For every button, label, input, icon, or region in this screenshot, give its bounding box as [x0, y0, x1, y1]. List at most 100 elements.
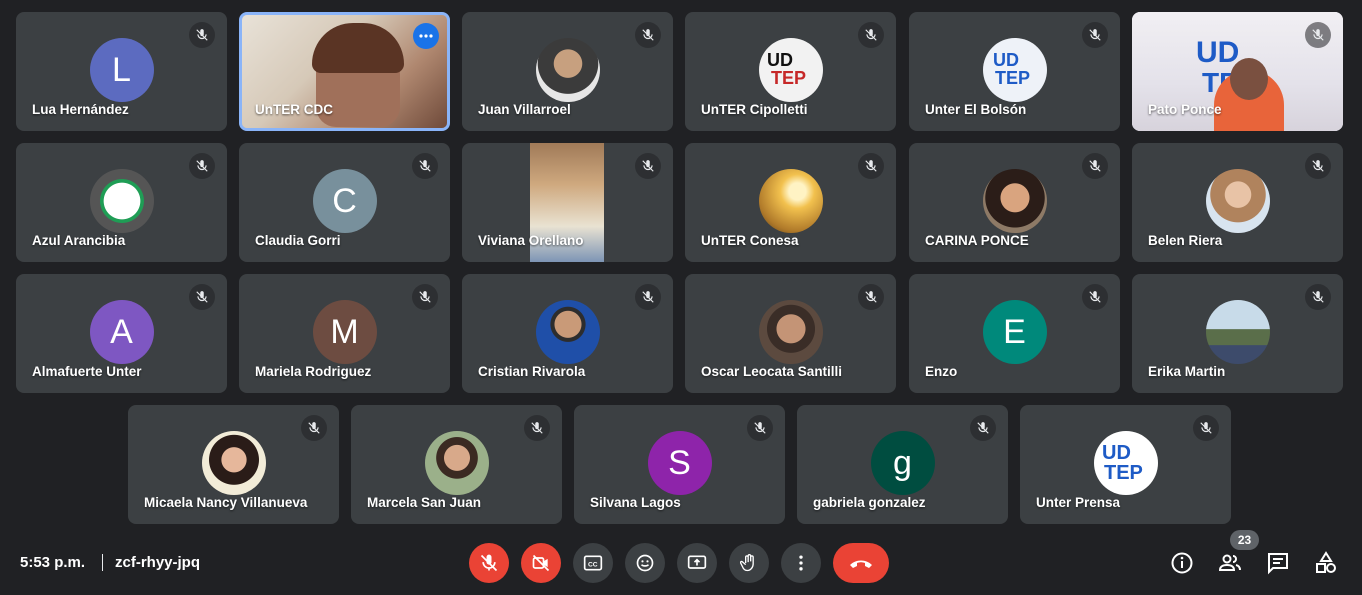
- avatar: [1205, 300, 1270, 364]
- participant-tile[interactable]: L Lua Hernández: [16, 12, 227, 131]
- mic-muted-icon: [412, 284, 438, 310]
- participant-tile[interactable]: Micaela Nancy Villanueva: [128, 405, 339, 524]
- participant-tile[interactable]: UD TEP Unter Prensa: [1020, 405, 1231, 524]
- captions-button[interactable]: CC: [573, 543, 613, 583]
- participant-tile-active-speaker[interactable]: UnTER CDC: [239, 12, 450, 131]
- mic-muted-icon: [635, 153, 661, 179]
- participant-count-badge: 23: [1230, 530, 1259, 550]
- present-screen-button[interactable]: [677, 543, 717, 583]
- avatar: [201, 431, 266, 495]
- participant-name: Mariela Rodriguez: [255, 364, 372, 379]
- participant-tile[interactable]: C Claudia Gorri: [239, 143, 450, 262]
- svg-text:UD: UD: [1196, 36, 1239, 69]
- participant-name: UnTER Cipolletti: [701, 102, 808, 117]
- participant-tile[interactable]: CARINA PONCE: [909, 143, 1120, 262]
- participant-name: Viviana Orellano: [478, 233, 584, 248]
- avatar: [535, 300, 600, 364]
- divider: [102, 554, 103, 571]
- avatar: g: [870, 431, 935, 495]
- meeting-clock: 5:53 p.m.: [20, 554, 86, 571]
- participant-name: Pato Ponce: [1148, 102, 1222, 117]
- avatar: [758, 300, 823, 364]
- mic-muted-icon: [970, 415, 996, 441]
- raise-hand-button[interactable]: [729, 543, 769, 583]
- avatar: C: [312, 169, 377, 233]
- video-person-head: [1230, 58, 1268, 100]
- participant-name: Lua Hernández: [32, 102, 129, 117]
- participant-tile[interactable]: Viviana Orellano: [462, 143, 673, 262]
- chat-button[interactable]: [1265, 550, 1291, 576]
- participant-tile[interactable]: g gabriela gonzalez: [797, 405, 1008, 524]
- avatar: L: [89, 38, 154, 102]
- meeting-toolbar: 5:53 p.m. zcf-rhyy-jpq CC: [0, 530, 1362, 595]
- people-button[interactable]: [1217, 550, 1243, 576]
- svg-text:UD: UD: [767, 50, 793, 70]
- svg-text:CC: CC: [588, 561, 598, 568]
- camera-toggle-button[interactable]: [521, 543, 561, 583]
- mic-muted-icon: [1082, 22, 1108, 48]
- participant-name: Marcela San Juan: [367, 495, 482, 510]
- mic-muted-icon: [1193, 415, 1219, 441]
- avatar: UD TEP: [1093, 431, 1158, 495]
- captions-icon: CC: [583, 555, 603, 571]
- participant-tile[interactable]: UD TEP Unter El Bolsón: [909, 12, 1120, 131]
- participant-name: Silvana Lagos: [590, 495, 681, 510]
- participant-name: Belen Riera: [1148, 233, 1223, 248]
- participant-tile[interactable]: Erika Martin: [1132, 274, 1343, 393]
- people-icon: [1218, 554, 1241, 571]
- avatar: E: [982, 300, 1047, 364]
- mic-muted-icon: [189, 284, 215, 310]
- participant-name: Oscar Leocata Santilli: [701, 364, 843, 379]
- svg-text:TEP: TEP: [771, 68, 806, 88]
- mic-muted-icon: [858, 22, 884, 48]
- participant-tile[interactable]: Belen Riera: [1132, 143, 1343, 262]
- mic-muted-icon: [1305, 284, 1331, 310]
- participant-name: Enzo: [925, 364, 958, 379]
- camera-off-icon: [532, 554, 550, 572]
- avatar: [1205, 169, 1270, 233]
- svg-text:TEP: TEP: [1104, 462, 1143, 484]
- reactions-button[interactable]: [625, 543, 665, 583]
- hang-up-icon: [850, 560, 872, 568]
- svg-text:TEP: TEP: [995, 68, 1030, 88]
- participant-tile[interactable]: E Enzo: [909, 274, 1120, 393]
- avatar: [982, 169, 1047, 233]
- meeting-info-button[interactable]: [1169, 550, 1195, 576]
- participant-tile[interactable]: S Silvana Lagos: [574, 405, 785, 524]
- mic-muted-icon: [747, 415, 773, 441]
- mic-muted-icon: [635, 284, 661, 310]
- participant-name: Claudia Gorri: [255, 233, 341, 248]
- avatar: [535, 38, 600, 102]
- participant-tile[interactable]: Cristian Rivarola: [462, 274, 673, 393]
- participant-tile[interactable]: Juan Villarroel: [462, 12, 673, 131]
- participant-tile[interactable]: A Almafuerte Unter: [16, 274, 227, 393]
- participant-tile[interactable]: UDTEP Pato Ponce: [1132, 12, 1343, 131]
- participant-tile[interactable]: M Mariela Rodriguez: [239, 274, 450, 393]
- more-options-icon[interactable]: [413, 23, 439, 49]
- mic-toggle-button[interactable]: [469, 543, 509, 583]
- more-vert-icon: [799, 555, 803, 571]
- leave-call-button[interactable]: [833, 543, 889, 583]
- activities-button[interactable]: [1313, 550, 1339, 576]
- meeting-code: zcf-rhyy-jpq: [115, 554, 201, 571]
- avatar: UD TEP: [982, 38, 1047, 102]
- avatar: A: [89, 300, 154, 364]
- participant-name: Almafuerte Unter: [32, 364, 142, 379]
- info-icon: [1171, 552, 1193, 574]
- svg-text:UD: UD: [1102, 442, 1131, 464]
- mic-muted-icon: [412, 153, 438, 179]
- participant-tile[interactable]: Azul Arancibia: [16, 143, 227, 262]
- participant-tile[interactable]: Oscar Leocata Santilli: [685, 274, 896, 393]
- participant-tile[interactable]: Marcela San Juan: [351, 405, 562, 524]
- participant-name: gabriela gonzalez: [813, 495, 926, 510]
- avatar: M: [312, 300, 377, 364]
- avatar: [89, 169, 154, 233]
- avatar: [424, 431, 489, 495]
- participant-tile[interactable]: UnTER Conesa: [685, 143, 896, 262]
- participant-tile[interactable]: UD TEP UnTER Cipolletti: [685, 12, 896, 131]
- mic-muted-icon: [858, 153, 884, 179]
- mic-muted-icon: [189, 22, 215, 48]
- mic-muted-icon: [1082, 284, 1108, 310]
- unter-logo-icon: UDTEP: [767, 50, 806, 88]
- more-options-button[interactable]: [781, 543, 821, 583]
